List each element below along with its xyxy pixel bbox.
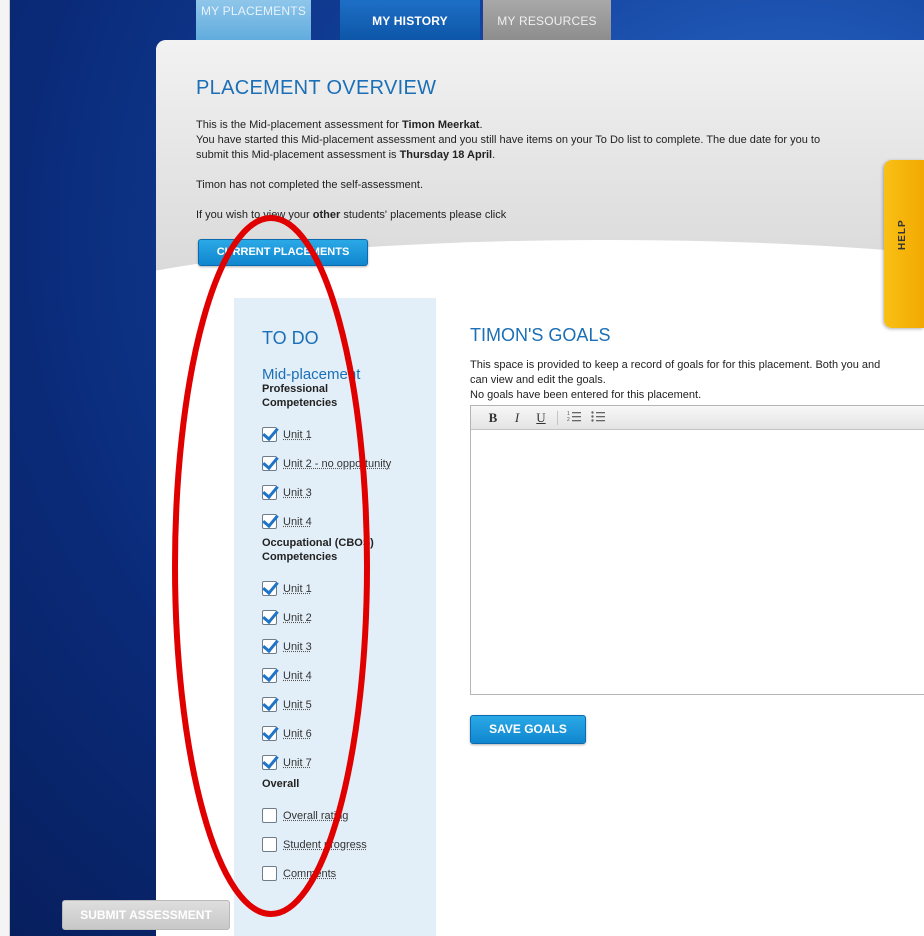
section-label: Occupational (CBOS) Competencies — [262, 537, 374, 563]
due-date: Thursday 18 April — [399, 149, 493, 161]
todo-item[interactable]: Unit 3 — [262, 478, 437, 507]
checkbox-checked[interactable] — [262, 581, 277, 596]
checkbox-unchecked[interactable] — [262, 808, 277, 823]
checkbox-checked[interactable] — [262, 755, 277, 770]
checkbox-checked[interactable] — [262, 726, 277, 741]
todo-list: Professional Competencies Unit 1 Unit 2 … — [262, 382, 437, 888]
todo-subtitle: Mid-placement — [262, 366, 361, 383]
overview-text: This is the Mid-placement assessment for… — [196, 118, 836, 223]
section-label: Overall — [262, 778, 300, 790]
italic-button[interactable]: I — [505, 410, 529, 426]
tab-my-resources[interactable]: MY RESOURCES — [483, 0, 611, 40]
todo-item[interactable]: Unit 5 — [262, 690, 437, 719]
todo-item[interactable]: Overall rating — [262, 801, 437, 830]
checkbox-checked[interactable] — [262, 485, 277, 500]
todo-item[interactable]: Unit 6 — [262, 719, 437, 748]
todo-item[interactable]: Unit 2 — [262, 603, 437, 632]
todo-item[interactable]: Unit 2 - no opportunity — [262, 449, 437, 478]
todo-item[interactable]: Unit 1 — [262, 574, 437, 603]
tab-my-history[interactable]: MY HISTORY — [340, 0, 480, 40]
bullet-list-icon[interactable] — [586, 410, 610, 426]
section-label: Professional Competencies — [262, 383, 338, 409]
help-tab[interactable]: HELP — [884, 160, 924, 328]
checkbox-checked[interactable] — [262, 668, 277, 683]
todo-item[interactable]: Unit 1 — [262, 420, 437, 449]
window-frame — [0, 0, 10, 936]
self-assessment-status: Timon has not completed the self-assessm… — [196, 179, 424, 191]
ordered-list-icon[interactable]: 12 — [562, 410, 586, 426]
todo-item[interactable]: Comments — [262, 859, 437, 888]
todo-item[interactable]: Unit 4 — [262, 661, 437, 690]
content-panel: PLACEMENT OVERVIEW This is the Mid-place… — [156, 40, 924, 936]
editor-toolbar: B I U 12 — [471, 406, 924, 430]
checkbox-checked[interactable] — [262, 514, 277, 529]
todo-item[interactable]: Unit 4 — [262, 507, 437, 536]
todo-title: TO DO — [262, 328, 319, 348]
checkbox-unchecked[interactable] — [262, 866, 277, 881]
svg-text:2: 2 — [567, 417, 570, 422]
todo-item[interactable]: Unit 3 — [262, 632, 437, 661]
checkbox-checked[interactable] — [262, 610, 277, 625]
goals-description: This space is provided to keep a record … — [470, 359, 881, 386]
current-placements-button[interactable]: CURRENT PLACEMENTS — [198, 239, 368, 266]
submit-assessment-button[interactable]: SUBMIT ASSESSMENT — [62, 900, 230, 930]
student-name: Timon Meerkat — [402, 119, 480, 131]
todo-panel: TO DO Mid-placement Professional Compete… — [234, 298, 436, 936]
goals-section: TIMON'S GOALS This space is provided to … — [470, 325, 924, 744]
underline-button[interactable]: U — [529, 410, 553, 426]
checkbox-checked[interactable] — [262, 456, 277, 471]
goals-title: TIMON'S GOALS — [470, 325, 611, 345]
save-goals-button[interactable]: SAVE GOALS — [470, 715, 586, 744]
checkbox-checked[interactable] — [262, 697, 277, 712]
bold-button[interactable]: B — [481, 410, 505, 426]
goals-empty-note: No goals have been entered for this plac… — [470, 389, 702, 401]
checkbox-checked[interactable] — [262, 427, 277, 442]
checkbox-unchecked[interactable] — [262, 837, 277, 852]
page-title: PLACEMENT OVERVIEW — [196, 77, 437, 99]
todo-item[interactable]: Student progress — [262, 830, 437, 859]
goals-editor[interactable]: B I U 12 — [470, 405, 924, 695]
checkbox-checked[interactable] — [262, 639, 277, 654]
todo-item[interactable]: Unit 7 — [262, 748, 437, 777]
